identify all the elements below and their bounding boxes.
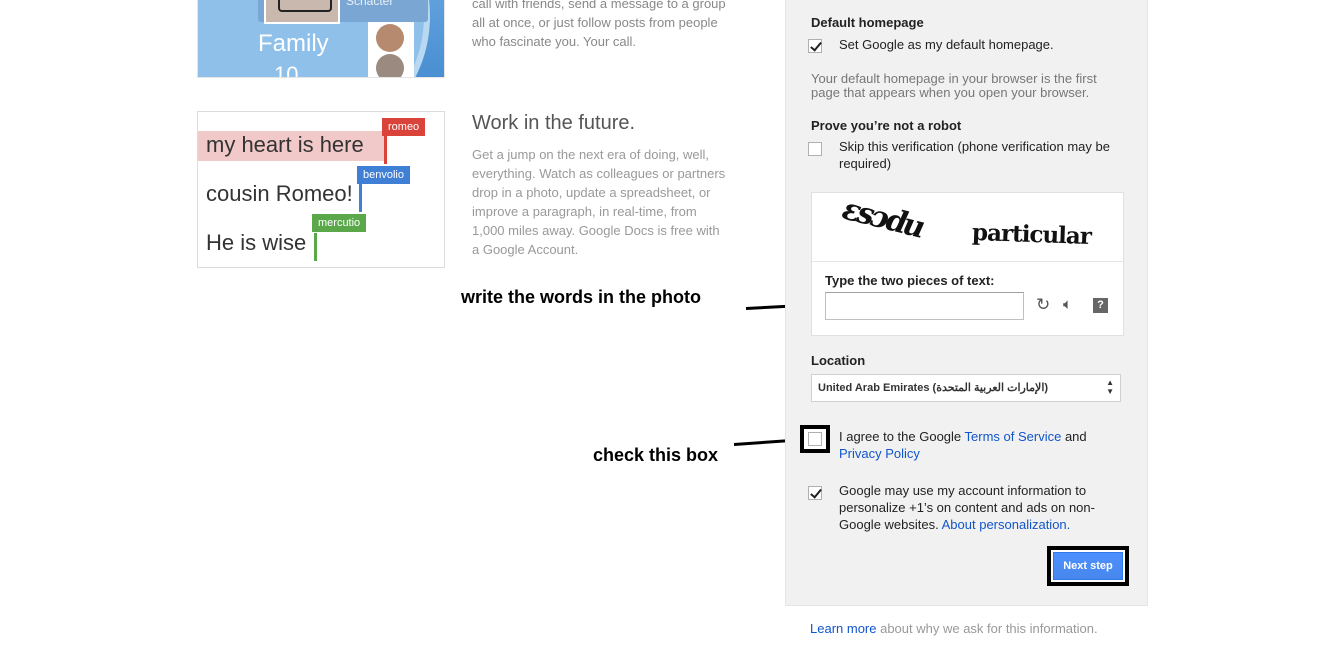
- docs-promo-title: Work in the future.: [472, 112, 636, 134]
- footer-explanation: about why we ask for this information.: [876, 621, 1098, 636]
- next-step-button[interactable]: Next step: [1053, 552, 1123, 580]
- homepage-helper-text: Your default homepage in your browser is…: [811, 71, 1097, 100]
- location-select[interactable]: United Arab Emirates (الإمارات العربية ا…: [811, 374, 1121, 402]
- location-selected-value: United Arab Emirates (الإمارات العربية ا…: [818, 382, 1049, 394]
- robot-heading: Prove you’re not a robot: [811, 118, 962, 133]
- captcha-word: particular: [971, 218, 1092, 251]
- doc-text-line: my heart is here: [206, 132, 364, 157]
- location-heading: Location: [811, 353, 866, 368]
- collab-cursor: [359, 184, 362, 212]
- homepage-heading: Default homepage: [811, 15, 924, 30]
- homepage-checkbox-label: Set Google as my default homepage.: [839, 37, 1054, 52]
- docs-promo-image: my heart is here cousin Romeo! He is wis…: [197, 111, 445, 268]
- avatar-strip: [368, 22, 414, 77]
- select-arrows-icon: ▲ ▼: [1106, 378, 1114, 396]
- terms-prefix: I agree to the Google: [839, 429, 965, 444]
- collab-cursor: [384, 136, 387, 164]
- privacy-policy-link[interactable]: Privacy Policy: [839, 446, 920, 461]
- doc-text-line: cousin Romeo!: [206, 181, 353, 206]
- captcha-instruction: Type the two pieces of text:: [825, 273, 995, 288]
- captcha-input[interactable]: [825, 292, 1024, 320]
- refresh-icon[interactable]: ↻: [1036, 295, 1050, 315]
- circles-promo-text: call with friends, send a message to a g…: [472, 0, 726, 49]
- terms-middle: and: [1061, 429, 1087, 444]
- avatar: [376, 24, 404, 52]
- help-icon[interactable]: ?: [1093, 298, 1108, 313]
- profile-name: Schacter: [346, 0, 394, 8]
- collaborator-flag: romeo: [382, 118, 426, 136]
- about-personalization-link[interactable]: About personalization.: [942, 517, 1071, 532]
- personalize-label: Google may use my account information to…: [839, 482, 1101, 533]
- checkbox-annotation: check this box: [593, 445, 719, 465]
- next-step-highlight: Next step: [1047, 546, 1129, 586]
- skip-verification-checkbox[interactable]: [808, 142, 822, 156]
- glasses-graphic: [278, 0, 332, 12]
- circles-promo-image: Schacter Family 10: [197, 0, 445, 78]
- circle-count-label: 10: [274, 62, 299, 78]
- skip-verification-label: Skip this verification (phone verificati…: [839, 139, 1110, 171]
- homepage-checkbox[interactable]: [808, 39, 822, 53]
- terms-checkbox[interactable]: [808, 432, 822, 446]
- captcha-word: ɛsɔdu: [835, 192, 930, 245]
- collaborator-flag: mercutio: [312, 214, 367, 232]
- learn-more-link[interactable]: Learn more: [810, 621, 876, 636]
- captcha-widget: ɛsɔdu particular Type the two pieces of …: [811, 192, 1124, 336]
- avatar: [376, 54, 404, 77]
- terms-label: I agree to the Google Terms of Service a…: [839, 428, 1109, 462]
- captcha-image: ɛsɔdu particular: [812, 192, 1123, 262]
- collab-cursor: [314, 233, 317, 261]
- docs-promo-text: Get a jump on the next era of doing, wel…: [472, 147, 726, 257]
- captcha-annotation: write the words in the photo: [461, 287, 701, 307]
- doc-text-line: He is wise: [206, 230, 307, 255]
- footer-text: Learn more about why we ask for this inf…: [810, 621, 1098, 636]
- collaborator-flag: benvolio: [357, 166, 410, 184]
- terms-of-service-link[interactable]: Terms of Service: [965, 429, 1062, 444]
- personalize-checkbox[interactable]: [808, 486, 822, 500]
- circle-name-label: Family: [258, 30, 329, 57]
- audio-icon[interactable]: 🔈︎: [1063, 296, 1072, 313]
